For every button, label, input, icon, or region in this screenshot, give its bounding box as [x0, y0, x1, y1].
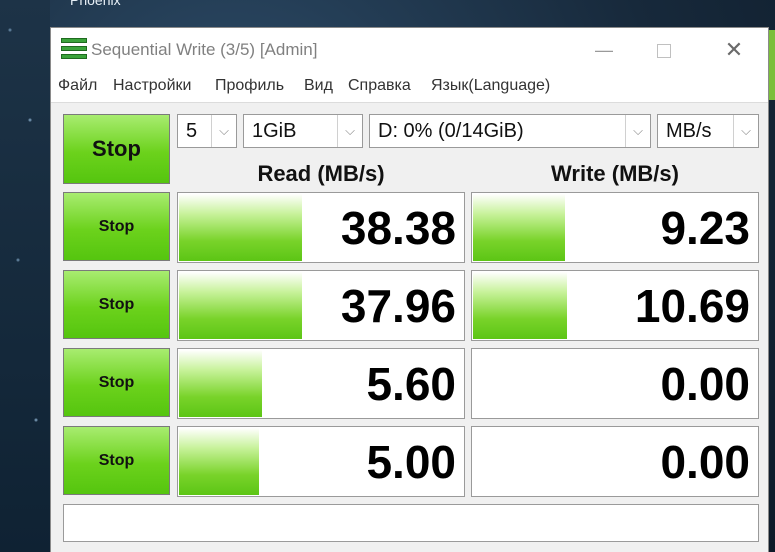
- read-bar: [179, 428, 260, 495]
- read-value: 5.00: [366, 436, 456, 488]
- read-result-row-4: 5.00: [177, 426, 465, 497]
- title-bar[interactable]: Sequential Write (3/5) [Admin] — ✕: [51, 28, 768, 72]
- read-header: Read (MB/s): [257, 161, 385, 186]
- unit-value: MB/s: [666, 120, 712, 142]
- read-bar: [179, 194, 302, 261]
- write-header: Write (MB/s): [551, 161, 679, 186]
- write-result-row-2: 10.69: [471, 270, 759, 341]
- status-box: [63, 504, 759, 542]
- menu-file[interactable]: Файл: [58, 77, 97, 95]
- chevron-down-icon: ⌵: [337, 115, 362, 147]
- menu-language[interactable]: Язык(Language): [431, 77, 550, 95]
- stop-button-row-4[interactable]: Stop: [63, 426, 170, 495]
- read-bar: [179, 272, 302, 339]
- close-button[interactable]: ✕: [711, 28, 757, 72]
- unit-select[interactable]: MB/s ⌵: [657, 114, 759, 148]
- write-result-row-3: 0.00: [471, 348, 759, 419]
- read-value: 5.60: [366, 358, 456, 410]
- read-result-row-3: 5.60: [177, 348, 465, 419]
- maximize-button[interactable]: [641, 28, 687, 72]
- desktop-icon-label[interactable]: Phoenix: [70, 0, 121, 8]
- stop-button-row-2[interactable]: Stop: [63, 270, 170, 339]
- menu-help[interactable]: Справка: [348, 77, 411, 95]
- read-result-row-1: 38.38: [177, 192, 465, 263]
- write-bar: [473, 272, 568, 339]
- drive-value: D: 0% (0/14GiB): [378, 120, 524, 142]
- menu-profile[interactable]: Профиль: [215, 77, 284, 95]
- menu-settings[interactable]: Настройки: [113, 77, 191, 95]
- desktop-edge: [769, 30, 775, 100]
- count-select[interactable]: 5 ⌵: [177, 114, 237, 148]
- write-bar: [473, 194, 565, 261]
- size-select[interactable]: 1GiB ⌵: [243, 114, 363, 148]
- write-value: 10.69: [634, 280, 750, 332]
- chevron-down-icon: ⌵: [211, 115, 236, 147]
- app-icon: [61, 38, 87, 60]
- menu-bar: Файл Настройки Профиль Вид Справка Язык(…: [51, 72, 768, 102]
- stop-button-row-3[interactable]: Stop: [63, 348, 170, 417]
- chevron-down-icon: ⌵: [733, 115, 758, 147]
- app-window: Sequential Write (3/5) [Admin] — ✕ Файл …: [50, 27, 769, 552]
- write-result-row-4: 0.00: [471, 426, 759, 497]
- count-value: 5: [186, 120, 198, 142]
- menu-view[interactable]: Вид: [304, 77, 333, 95]
- write-result-row-1: 9.23: [471, 192, 759, 263]
- chevron-down-icon: ⌵: [625, 115, 650, 147]
- write-value: 0.00: [660, 358, 750, 410]
- read-result-row-2: 37.96: [177, 270, 465, 341]
- write-value: 0.00: [660, 436, 750, 488]
- maximize-icon: [657, 44, 671, 59]
- minimize-button[interactable]: —: [581, 28, 627, 72]
- window-title: Sequential Write (3/5) [Admin]: [91, 40, 318, 59]
- read-bar: [179, 350, 262, 417]
- stop-all-button[interactable]: Stop: [63, 114, 170, 184]
- size-value: 1GiB: [252, 120, 297, 142]
- drive-select[interactable]: D: 0% (0/14GiB) ⌵: [369, 114, 651, 148]
- read-value: 37.96: [340, 280, 456, 332]
- write-value: 9.23: [660, 202, 750, 254]
- benchmark-panel: Stop 5 ⌵ 1GiB ⌵ D: 0% (0/14GiB) ⌵ MB/s ⌵…: [51, 102, 768, 552]
- stop-button-row-1[interactable]: Stop: [63, 192, 170, 261]
- read-value: 38.38: [340, 202, 456, 254]
- desktop-background: [0, 0, 50, 552]
